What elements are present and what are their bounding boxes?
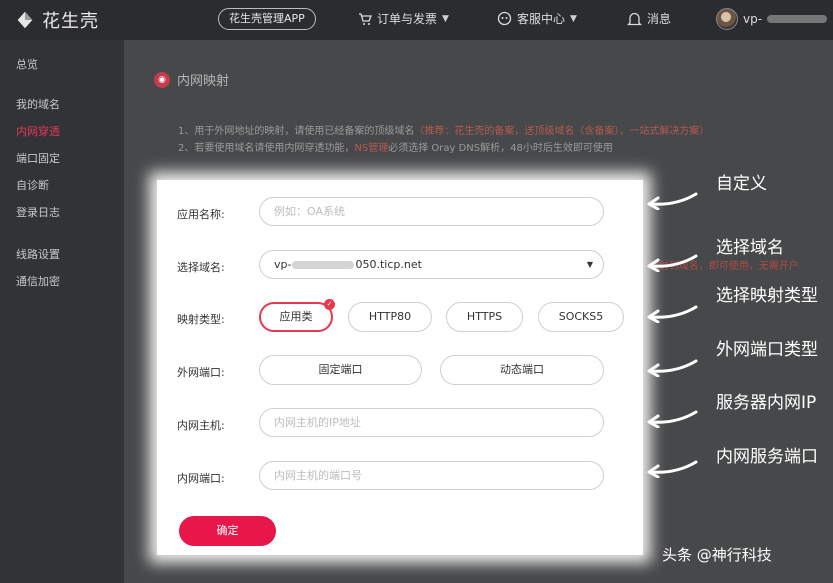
annotation-port: 内网服务端口 (716, 447, 818, 467)
port-input[interactable]: 内网主机的端口号 (259, 461, 604, 490)
type-label: 映射类型: (177, 313, 225, 326)
annotation-ext-port: 外网端口类型 (716, 340, 818, 360)
user-menu[interactable]: vp- (716, 8, 828, 30)
type-option-http80[interactable]: HTTP80 (348, 302, 432, 332)
submit-button[interactable]: 确定 (179, 516, 276, 546)
sidebar-item-encryption[interactable]: 通信加密 (16, 273, 60, 289)
annotation-domain: 选择域名 (716, 238, 784, 258)
host-ip-input[interactable]: 内网主机的IP地址 (259, 408, 604, 437)
sidebar-item-intranet[interactable]: 内网穿透 (16, 123, 60, 139)
note-line-2: 2、若要使用域名请使用内网穿透功能，NS管理必须选择 Oray DNS解析，48… (178, 143, 613, 154)
sidebar-item-port-fixed[interactable]: 端口固定 (16, 150, 60, 166)
dropdown-arrow-icon: ▼ (586, 260, 593, 269)
watermark: 头条 @神行科技 (662, 546, 772, 564)
note-line-1: 1、用于外网地址的映射，请使用已经备案的顶级域名（推荐：花生壳的备案，送顶级域名… (178, 126, 710, 137)
app-download-button[interactable]: 花生壳管理APP (218, 8, 316, 30)
mapping-form: 应用名称: 例如：OA系统 选择域名: vp- 050.ticp.net ▼ 映射… (157, 180, 643, 555)
sidebar-item-overview[interactable]: 总览 (16, 56, 38, 72)
cart-icon (359, 12, 372, 25)
service-menu-label: 客服中心 (517, 12, 566, 26)
headset-icon (497, 11, 512, 26)
username-redacted (767, 15, 828, 23)
page-title: 内网映射 (177, 74, 230, 89)
sidebar: 总览 我的域名 内网穿透 端口固定 自诊断 登录日志 线路设置 通信加密 (0, 40, 124, 583)
brand-name: 花生壳 (42, 11, 99, 32)
arrow-icon (647, 305, 698, 323)
service-menu[interactable]: 客服中心 ▼ (497, 10, 577, 27)
ext-port-fixed[interactable]: 固定端口 (259, 355, 422, 385)
check-icon: ✓ (324, 299, 335, 310)
mapping-icon: ◉ (154, 71, 170, 88)
port-label: 内网端口: (177, 472, 225, 485)
annotation-type: 选择映射类型 (716, 286, 818, 306)
type-option-socks5[interactable]: SOCKS5 (538, 302, 624, 332)
sidebar-item-diagnosis[interactable]: 自诊断 (16, 177, 49, 193)
type-option-https[interactable]: HTTPS (446, 302, 523, 332)
avatar (716, 8, 738, 30)
sidebar-item-line-settings[interactable]: 线路设置 (16, 246, 60, 262)
annotation-custom: 自定义 (716, 174, 767, 194)
chevron-down-icon: ▼ (570, 13, 577, 24)
host-label: 内网主机: (177, 419, 225, 432)
arrow-icon (647, 192, 698, 210)
ext-port-label: 外网端口: (177, 366, 225, 379)
annotation-host-ip: 服务器内网IP (716, 393, 817, 413)
type-option-app[interactable]: 应用类 ✓ (259, 299, 335, 332)
brand[interactable]: 花生壳 (14, 7, 99, 33)
orders-menu-label: 订单与发票 (377, 12, 438, 26)
app-name-label: 应用名称: (177, 208, 225, 221)
peanut-logo-icon (17, 11, 33, 29)
messages-label: 消息 (647, 12, 672, 26)
sidebar-item-login-log[interactable]: 登录日志 (16, 204, 60, 220)
page-header: ◉ 内网映射 (154, 70, 229, 89)
arrow-icon (647, 460, 698, 478)
domain-redacted (292, 261, 355, 269)
bell-icon (627, 12, 642, 25)
username: vp- (743, 12, 763, 26)
arrow-icon (647, 410, 698, 428)
sidebar-item-domains[interactable]: 我的域名 (16, 96, 60, 112)
orders-menu[interactable]: 订单与发票 ▼ (358, 10, 449, 27)
domain-label: 选择域名: (177, 261, 225, 274)
app-name-input[interactable]: 例如：OA系统 (259, 197, 604, 226)
arrow-icon (647, 359, 698, 377)
top-bar: 花生壳 花生壳管理APP 订单与发票 ▼ 客服中心 ▼ 消息 vp- (0, 0, 833, 40)
ext-port-dynamic[interactable]: 动态端口 (440, 355, 604, 385)
arrow-icon (647, 254, 698, 272)
chevron-down-icon: ▼ (442, 13, 449, 24)
messages-menu[interactable]: 消息 (627, 10, 671, 27)
domain-select[interactable]: vp- 050.ticp.net ▼ (259, 250, 604, 279)
